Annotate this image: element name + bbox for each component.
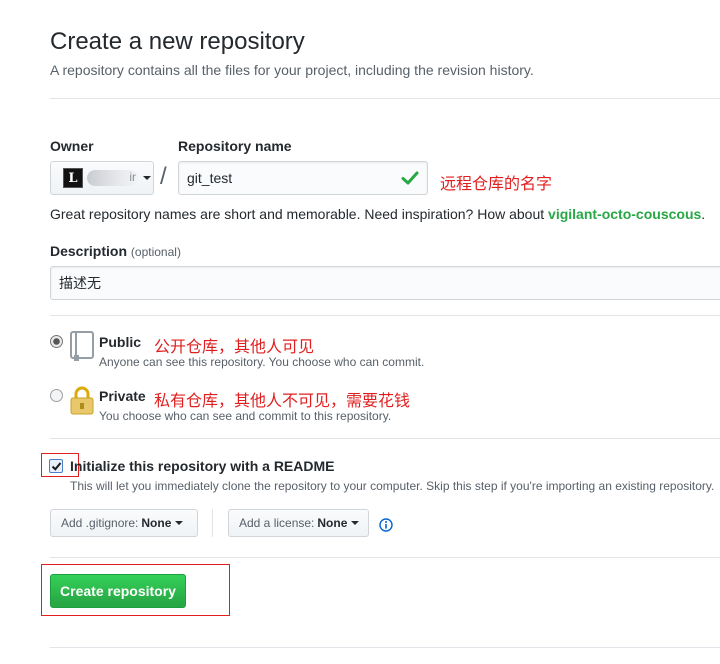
- divider: [50, 438, 720, 439]
- page-title: Create a new repository: [50, 28, 305, 55]
- chevron-down-icon: [143, 176, 151, 180]
- check-icon: [51, 461, 61, 471]
- description-input[interactable]: [50, 266, 720, 300]
- optional-tag: (optional): [130, 245, 181, 259]
- public-title: Public: [99, 334, 142, 350]
- private-radio[interactable]: [50, 389, 63, 402]
- init-readme-checkbox[interactable]: [49, 459, 63, 473]
- public-annotation: 公开仓库，其他人可见: [154, 337, 315, 356]
- lock-icon: [70, 386, 94, 415]
- owner-avatar: L: [63, 168, 83, 188]
- owner-name-blurred: ir: [87, 170, 139, 186]
- private-annotation: 私有仓库，其他人不可见，需要花钱: [154, 391, 411, 410]
- info-icon[interactable]: [379, 518, 393, 532]
- repo-name-input[interactable]: [178, 161, 428, 195]
- divider: [50, 98, 720, 99]
- create-repository-button[interactable]: Create repository: [50, 574, 186, 608]
- check-icon: [401, 171, 419, 185]
- divider: [50, 557, 720, 558]
- private-description: You choose who can see and commit to thi…: [99, 409, 392, 423]
- private-title: Private: [99, 388, 146, 404]
- name-suggestion-link[interactable]: vigilant-octo-couscous: [548, 206, 701, 222]
- init-readme-description: This will let you immediately clone the …: [70, 479, 715, 493]
- license-select[interactable]: Add a license: None: [228, 509, 369, 537]
- repo-book-icon: [70, 331, 94, 361]
- repo-name-annotation: 远程仓库的名字: [440, 174, 553, 193]
- name-hint: Great repository names are short and mem…: [50, 206, 706, 222]
- public-radio[interactable]: [50, 335, 63, 348]
- page-subtitle: A repository contains all the files for …: [50, 62, 534, 78]
- gitignore-select[interactable]: Add .gitignore: None: [50, 509, 198, 537]
- init-readme-title: Initialize this repository with a README: [70, 458, 335, 474]
- divider: [212, 509, 213, 537]
- public-description: Anyone can see this repository. You choo…: [99, 355, 425, 369]
- owner-label: Owner: [50, 138, 94, 154]
- owner-repo-separator: /: [160, 163, 167, 190]
- description-label: Description (optional): [50, 243, 181, 259]
- divider: [50, 315, 720, 316]
- divider: [50, 647, 720, 648]
- chevron-down-icon: [175, 521, 184, 525]
- chevron-down-icon: [351, 521, 360, 525]
- owner-select[interactable]: L ir: [50, 161, 154, 195]
- repo-name-label: Repository name: [178, 138, 292, 154]
